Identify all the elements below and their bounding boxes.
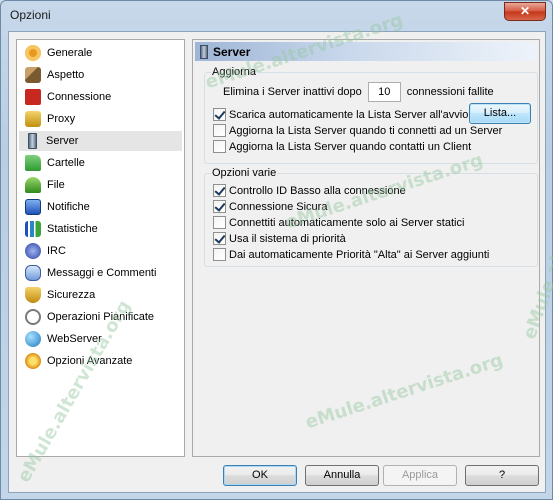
option-label: Usa il sistema di priorità [229, 232, 346, 245]
sidebar-item-connessione[interactable]: Connessione [19, 87, 182, 107]
server-settings-panel: Server Aggiorna Elimina i Server inattiv… [192, 39, 540, 457]
sidebar-item-generale[interactable]: Generale [19, 43, 182, 63]
dialog-client-area: Generale Aspetto Connessione Proxy Serve… [8, 31, 546, 493]
checkbox[interactable] [213, 216, 226, 229]
secure-connection-option[interactable]: Connessione Sicura [213, 200, 327, 213]
checkbox[interactable] [213, 124, 226, 137]
remove-dead-servers-row: Elimina i Server inattivi dopo connessio… [223, 82, 494, 102]
checkbox[interactable] [213, 200, 226, 213]
checkbox[interactable] [213, 184, 226, 197]
update-on-server-connect-option[interactable]: Aggiorna la Lista Server quando ti conne… [213, 124, 502, 137]
checkbox[interactable] [213, 108, 226, 121]
sidebar-item-label: Connessione [47, 91, 112, 103]
option-label: Controllo ID Basso alla connessione [229, 184, 406, 197]
checkbox[interactable] [213, 140, 226, 153]
sidebar-item-label: IRC [47, 245, 66, 257]
close-button[interactable]: ✕ [504, 2, 546, 21]
webserver-icon [25, 331, 41, 347]
brush-icon [25, 67, 41, 83]
static-servers-only-option[interactable]: Connettiti automaticamente solo ai Serve… [213, 216, 464, 229]
sidebar-item-notifiche[interactable]: Notifiche [19, 197, 182, 217]
sidebar-item-aspetto[interactable]: Aspetto [19, 65, 182, 85]
server-icon [28, 133, 37, 149]
plug-icon [25, 89, 41, 105]
advanced-icon [25, 353, 41, 369]
window-title: Opzioni [10, 8, 51, 22]
sidebar-item-label: Opzioni Avanzate [47, 355, 133, 367]
scheduler-icon [25, 309, 41, 325]
auto-download-serverlist-option[interactable]: Scarica automaticamente la Lista Server … [213, 108, 468, 121]
notification-icon [25, 199, 41, 215]
statistics-icon [25, 221, 41, 237]
sidebar-item-opzioni-avanzate[interactable]: Opzioni Avanzate [19, 351, 182, 371]
option-label: Aggiorna la Lista Server quando ti conne… [229, 124, 503, 137]
help-button[interactable]: ? [465, 465, 539, 486]
ok-button[interactable]: OK [223, 465, 297, 486]
checkbox[interactable] [213, 248, 226, 261]
sidebar-item-label: Proxy [47, 113, 76, 125]
gear-icon [25, 45, 41, 61]
aggiorna-group: Aggiorna Elimina i Server inattivi dopo … [204, 66, 538, 164]
sidebar-item-label: Operazioni Pianificate [47, 311, 155, 323]
sidebar-item-file[interactable]: File [19, 175, 182, 195]
auto-high-priority-option[interactable]: Dai automaticamente Priorità "Alta" ai S… [213, 248, 489, 261]
option-label: Connettiti automaticamente solo ai Serve… [229, 216, 465, 229]
panel-header: Server [195, 42, 537, 61]
panel-title: Server [213, 44, 251, 59]
options-category-list: Generale Aspetto Connessione Proxy Serve… [16, 39, 185, 457]
sidebar-item-sicurezza[interactable]: Sicurezza [19, 285, 182, 305]
failed-connections-input[interactable] [367, 82, 401, 102]
sidebar-item-label: Statistiche [47, 223, 98, 235]
option-label: Dai automaticamente Priorità "Alta" ai S… [229, 248, 490, 261]
sidebar-item-operazioni-pianificate[interactable]: Operazioni Pianificate [19, 307, 182, 327]
server-icon [200, 44, 208, 59]
checkbox[interactable] [213, 232, 226, 245]
update-on-client-contact-option[interactable]: Aggiorna la Lista Server quando contatti… [213, 140, 471, 153]
sidebar-item-proxy[interactable]: Proxy [19, 109, 182, 129]
group-title: Aggiorna [211, 66, 258, 78]
file-icon [25, 177, 41, 193]
lowid-check-option[interactable]: Controllo ID Basso alla connessione [213, 184, 406, 197]
opzioni-varie-group: Opzioni varie Controllo ID Basso alla co… [204, 167, 538, 267]
irc-icon [25, 243, 41, 259]
remove-dead-suffix: connessioni fallite [406, 86, 494, 98]
lista-button[interactable]: Lista... [469, 103, 531, 124]
sidebar-item-label: Messaggi e Commenti [47, 267, 157, 279]
option-label: Scarica automaticamente la Lista Server … [229, 108, 469, 121]
sidebar-item-irc[interactable]: IRC [19, 241, 182, 261]
sidebar-item-server[interactable]: Server [19, 131, 182, 151]
option-label: Connessione Sicura [229, 200, 328, 213]
sidebar-item-label: WebServer [47, 333, 102, 345]
sidebar-item-label: Notifiche [47, 201, 90, 213]
sidebar-item-label: Server [46, 135, 79, 147]
sidebar-item-webserver[interactable]: WebServer [19, 329, 182, 349]
sidebar-item-label: Aspetto [47, 69, 85, 81]
apply-button[interactable]: Applica [383, 465, 457, 486]
folder-icon [25, 155, 41, 171]
options-window: Opzioni ✕ Generale Aspetto Connessione P… [0, 0, 553, 500]
proxy-icon [25, 111, 41, 127]
sidebar-item-label: File [47, 179, 65, 191]
sidebar-item-label: Generale [47, 47, 93, 59]
sidebar-item-label: Sicurezza [47, 289, 96, 301]
messages-icon [25, 265, 41, 281]
priority-system-option[interactable]: Usa il sistema di priorità [213, 232, 346, 245]
sidebar-item-messaggi[interactable]: Messaggi e Commenti [19, 263, 182, 283]
sidebar-item-label: Cartelle [47, 157, 85, 169]
sidebar-item-statistiche[interactable]: Statistiche [19, 219, 182, 239]
cancel-button[interactable]: Annulla [305, 465, 379, 486]
title-bar[interactable]: Opzioni ✕ [1, 1, 552, 31]
remove-dead-prefix: Elimina i Server inattivi dopo [223, 86, 362, 98]
group-title: Opzioni varie [211, 167, 278, 179]
security-icon [25, 287, 41, 303]
option-label: Aggiorna la Lista Server quando contatti… [229, 140, 472, 153]
sidebar-item-cartelle[interactable]: Cartelle [19, 153, 182, 173]
